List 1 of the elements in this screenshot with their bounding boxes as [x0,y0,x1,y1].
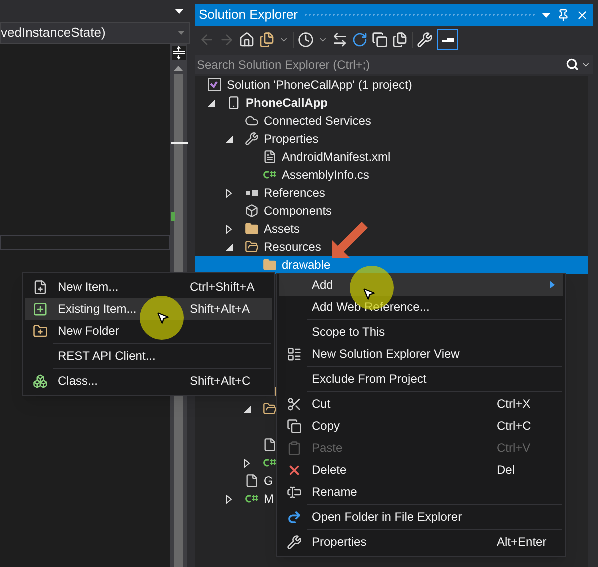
panel-title-bar: Solution Explorer [195,4,593,26]
